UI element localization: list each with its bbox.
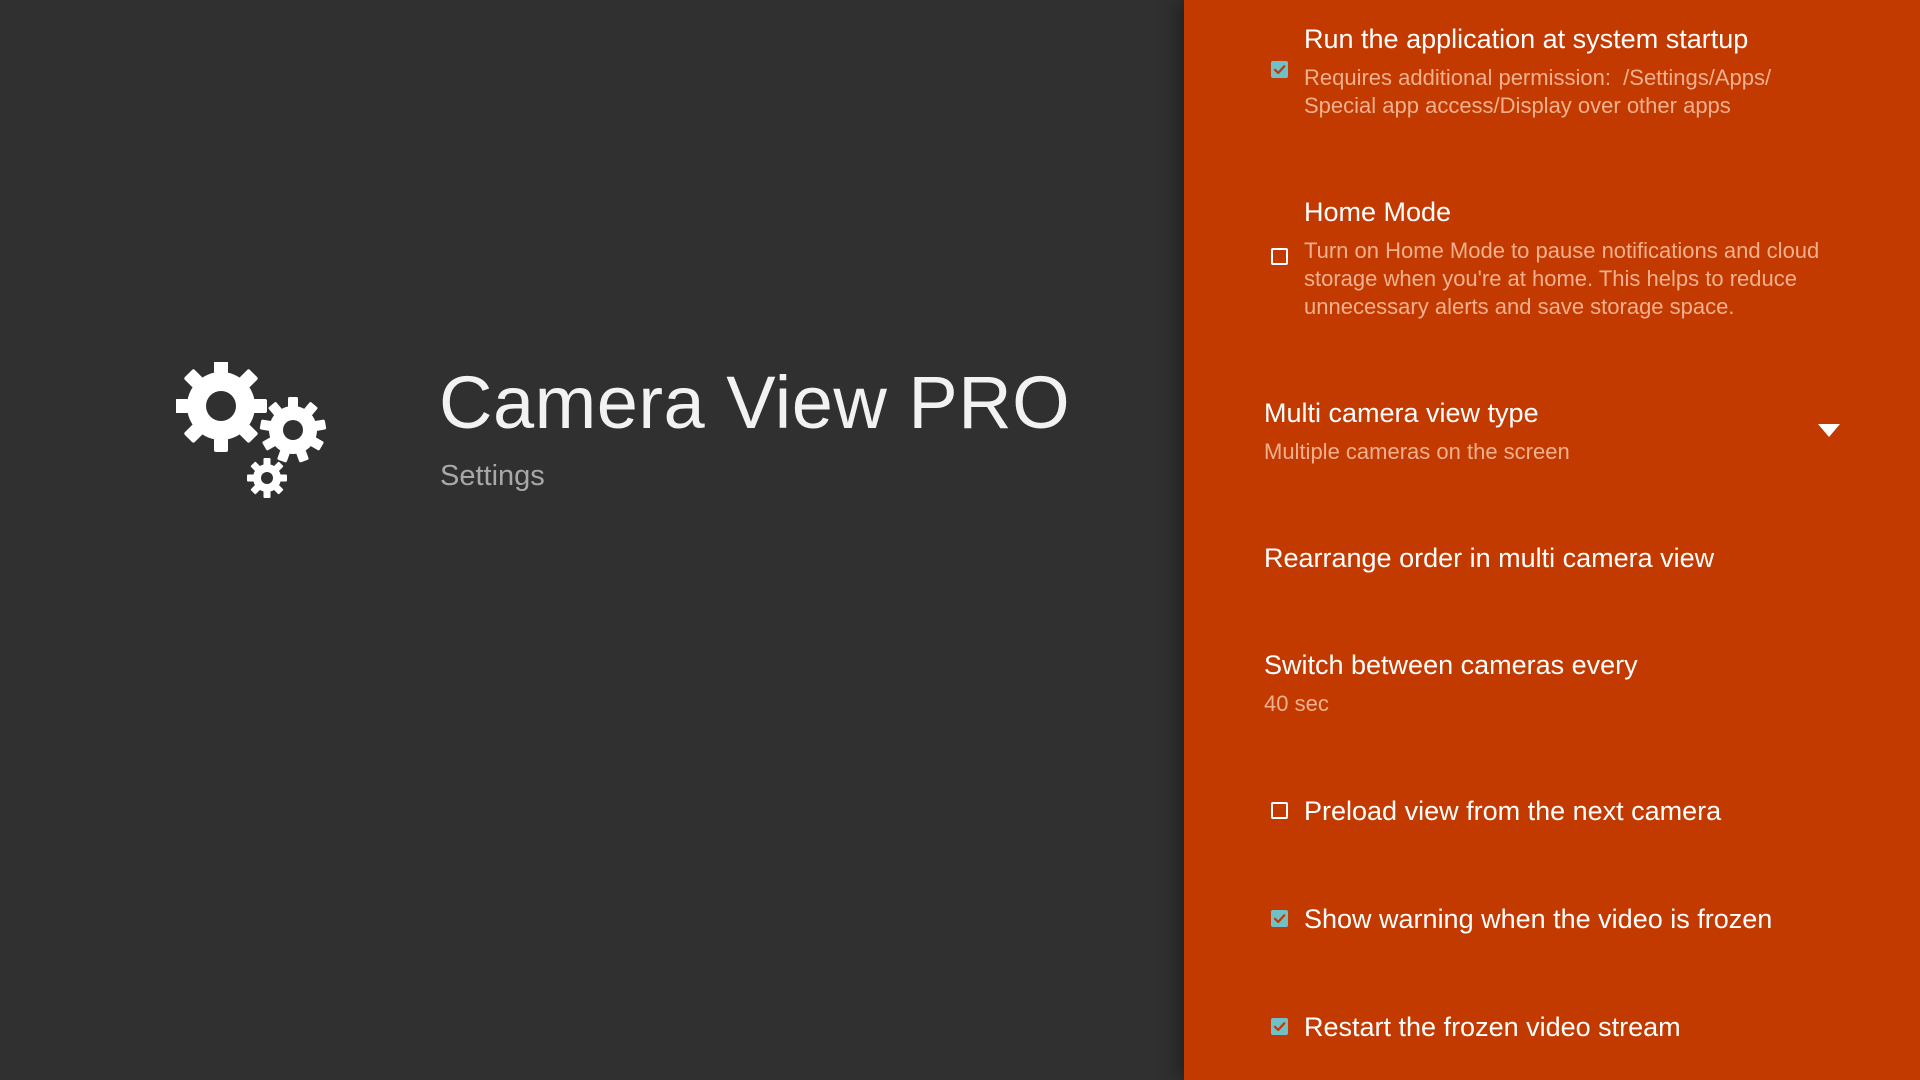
restart-stream-checkbox[interactable]: [1271, 1018, 1288, 1035]
gears-icon: [176, 362, 327, 498]
chevron-down-icon[interactable]: [1818, 424, 1840, 438]
pref-title: Switch between cameras every: [1264, 650, 1638, 680]
pref-rearrange-order[interactable]: Rearrange order in multi camera view: [1184, 530, 1920, 590]
check-icon: [1273, 1022, 1286, 1032]
pref-title: Rearrange order in multi camera view: [1264, 543, 1715, 573]
home-mode-checkbox[interactable]: [1271, 248, 1288, 265]
pref-multi-camera-view-type[interactable]: Multi camera view type Multiple cameras …: [1184, 380, 1920, 490]
pref-frozen-warning[interactable]: Show warning when the video is frozen: [1184, 892, 1920, 952]
frozen-warning-checkbox[interactable]: [1271, 910, 1288, 927]
pref-preload-next-camera[interactable]: Preload view from the next camera: [1184, 784, 1920, 844]
pref-summary: 40 sec: [1264, 691, 1329, 716]
pref-title: Show warning when the video is frozen: [1304, 904, 1773, 934]
pref-summary: Turn on Home Mode to pause notifications…: [1304, 238, 1820, 319]
check-icon: [1273, 914, 1286, 924]
settings-screen: Camera View PRO Settings Run the applica…: [0, 0, 1920, 1080]
settings-panel: Run the application at system startup Re…: [1184, 0, 1920, 1080]
pref-home-mode[interactable]: Home Mode Turn on Home Mode to pause not…: [1184, 180, 1920, 340]
pref-title: Preload view from the next camera: [1304, 796, 1722, 826]
pref-title: Run the application at system startup: [1304, 24, 1749, 54]
pref-title: Home Mode: [1304, 197, 1452, 227]
run-at-startup-checkbox[interactable]: [1271, 61, 1288, 78]
pref-restart-frozen-stream[interactable]: Restart the frozen video stream: [1184, 1000, 1920, 1060]
page-subtitle: Settings: [440, 460, 545, 492]
app-title: Camera View PRO: [439, 361, 1071, 444]
pref-summary: Requires additional permission: /Setting…: [1304, 65, 1772, 118]
pref-switch-interval[interactable]: Switch between cameras every 40 sec: [1184, 640, 1920, 730]
pref-run-at-startup[interactable]: Run the application at system startup Re…: [1184, 0, 1920, 160]
check-icon: [1273, 65, 1286, 75]
brand-area: Camera View PRO Settings: [0, 0, 1184, 1080]
pref-summary: Multiple cameras on the screen: [1264, 439, 1570, 464]
pref-title: Restart the frozen video stream: [1304, 1012, 1681, 1042]
preload-checkbox[interactable]: [1271, 802, 1288, 819]
pref-title: Multi camera view type: [1264, 398, 1539, 428]
